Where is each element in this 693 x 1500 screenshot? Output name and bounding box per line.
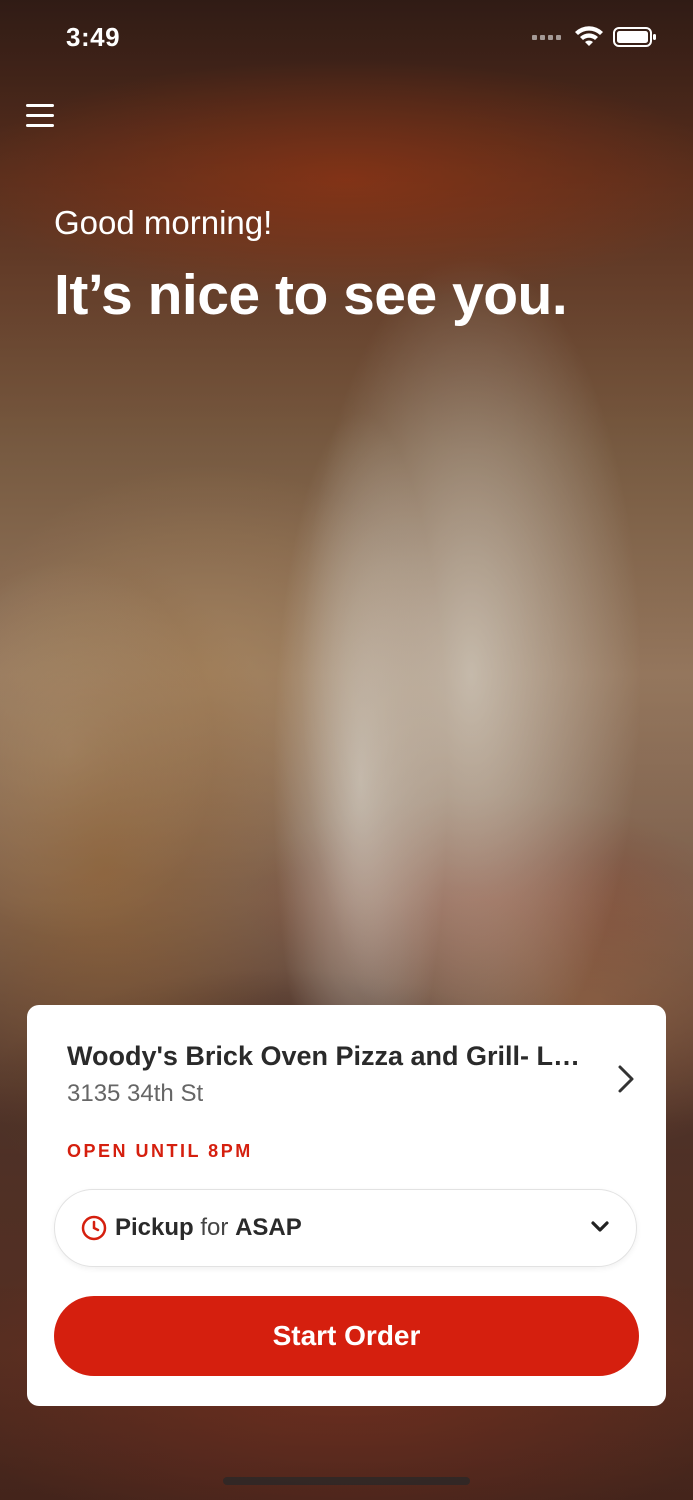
order-mode-label: Pickup <box>115 1214 194 1241</box>
start-order-button[interactable]: Start Order <box>54 1296 639 1376</box>
battery-icon <box>613 27 656 47</box>
order-time-label: ASAP <box>235 1214 302 1241</box>
store-address: 3135 34th St <box>67 1080 204 1107</box>
store-selector[interactable]: Woody's Brick Oven Pizza and Grill- Lu..… <box>67 1041 637 1121</box>
status-icons <box>532 26 657 48</box>
home-indicator[interactable] <box>223 1477 470 1485</box>
order-mode-dropdown[interactable]: Pickup for ASAP <box>54 1189 637 1267</box>
status-time: 3:49 <box>66 22 121 52</box>
greeting-text: Good morning! <box>54 204 273 241</box>
open-status: OPEN UNTIL 8PM <box>67 1141 253 1161</box>
store-card: Woody's Brick Oven Pizza and Grill- Lu..… <box>27 1005 666 1406</box>
order-mode-connector: for <box>200 1214 229 1241</box>
chevron-down-icon <box>591 1221 609 1232</box>
app-screen: 3:49 Good morning! It’s nice to see you.… <box>0 0 693 1500</box>
headline-text: It’s nice to see you. <box>54 263 568 327</box>
hamburger-menu-icon[interactable] <box>26 104 54 132</box>
wifi-icon <box>575 26 603 46</box>
order-mode-text: Pickup for ASAP <box>115 1214 302 1242</box>
store-name: Woody's Brick Oven Pizza and Grill- Lu..… <box>67 1041 587 1071</box>
signal-dots-icon <box>532 34 561 40</box>
status-bar: 3:49 <box>0 0 693 80</box>
chevron-right-icon <box>618 1065 634 1093</box>
clock-icon <box>81 1215 107 1241</box>
